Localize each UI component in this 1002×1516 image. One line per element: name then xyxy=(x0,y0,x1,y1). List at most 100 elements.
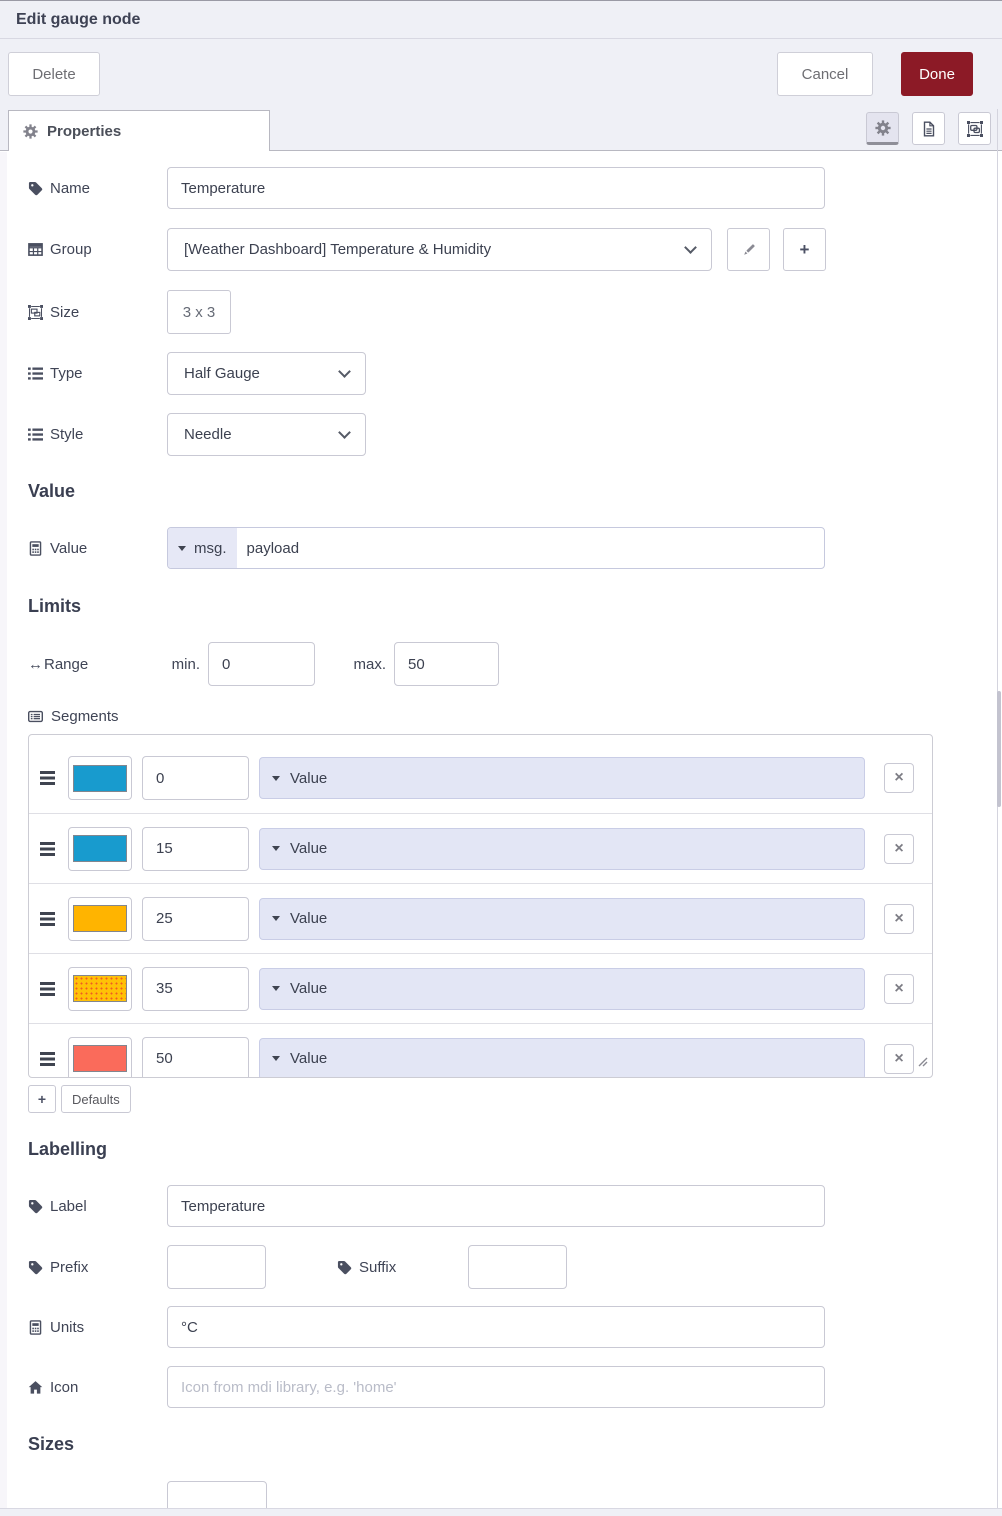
chevron-down-icon xyxy=(684,240,697,254)
typed-input-type-select[interactable]: msg. xyxy=(168,528,237,568)
segment-value-input[interactable] xyxy=(142,826,249,871)
drag-handle-icon[interactable] xyxy=(40,841,55,856)
segment-color-swatch xyxy=(73,975,127,1002)
type-select[interactable]: Half Gauge xyxy=(167,352,366,395)
prefix-label: Prefix xyxy=(28,1259,167,1276)
type-row: Type Half Gauge xyxy=(28,352,1002,395)
scrollbar-thumb[interactable] xyxy=(997,691,1001,807)
segment-color-button[interactable] xyxy=(68,826,132,871)
segment-type-select[interactable]: Value xyxy=(259,967,865,1010)
plus-icon: + xyxy=(37,1091,47,1107)
remove-segment-button[interactable]: × xyxy=(884,763,914,793)
caret-down-icon xyxy=(272,775,280,781)
segment-row: Value × xyxy=(29,813,932,883)
chevron-down-icon xyxy=(338,364,351,378)
description-tool-button[interactable] xyxy=(912,112,945,145)
segment-value-input[interactable] xyxy=(142,966,249,1011)
done-button[interactable]: Done xyxy=(901,52,973,96)
arrows-h-icon: ↔ xyxy=(28,655,43,673)
icon-label: Icon xyxy=(28,1379,167,1396)
cancel-button[interactable]: Cancel xyxy=(777,52,873,96)
segment-type-select[interactable]: Value xyxy=(259,1037,865,1077)
segment-type-label: Value xyxy=(290,980,328,997)
tray-left-edge xyxy=(0,152,7,1509)
suffix-label: Suffix xyxy=(337,1259,396,1276)
edit-group-button[interactable] xyxy=(727,228,770,271)
scrollbar-track xyxy=(997,109,998,1516)
add-group-button[interactable]: + xyxy=(783,228,826,271)
units-row: Units xyxy=(28,1306,1002,1348)
name-input[interactable] xyxy=(167,167,825,209)
size-button[interactable]: 3 x 3 xyxy=(167,290,231,334)
segment-type-select[interactable]: Value xyxy=(259,757,865,799)
close-icon: × xyxy=(894,909,904,927)
pencil-icon xyxy=(741,242,757,258)
close-icon: × xyxy=(894,839,904,857)
defaults-button[interactable]: Defaults xyxy=(61,1085,131,1113)
label-row: Label xyxy=(28,1185,1002,1227)
tray-bottom-edge xyxy=(0,1508,1002,1516)
segments-editor: Value × Value × xyxy=(28,734,933,1078)
appearance-tool-button[interactable] xyxy=(958,112,991,145)
remove-segment-button[interactable]: × xyxy=(884,833,914,864)
drag-handle-icon[interactable] xyxy=(40,771,55,785)
range-min-label: min. xyxy=(171,655,200,673)
properties-form: Name Group [Weather Dashboard] Temperatu… xyxy=(0,151,1002,1516)
close-icon: × xyxy=(894,979,904,997)
group-select-value: [Weather Dashboard] Temperature & Humidi… xyxy=(184,241,492,258)
style-select[interactable]: Needle xyxy=(167,413,366,456)
remove-segment-button[interactable]: × xyxy=(884,973,914,1004)
prefix-input[interactable] xyxy=(167,1245,266,1289)
properties-tool-button[interactable] xyxy=(866,112,899,145)
caret-down-icon xyxy=(272,846,280,851)
units-label: Units xyxy=(28,1319,167,1336)
caret-down-icon xyxy=(272,1056,280,1061)
style-label: Style xyxy=(28,426,167,443)
drag-handle-icon[interactable] xyxy=(40,981,55,996)
name-label: Name xyxy=(28,180,167,197)
list-alt-icon xyxy=(28,709,43,724)
group-select[interactable]: [Weather Dashboard] Temperature & Humidi… xyxy=(167,228,712,271)
delete-button[interactable]: Delete xyxy=(8,52,100,96)
range-max-input[interactable] xyxy=(394,642,499,686)
tab-properties[interactable]: Properties xyxy=(8,110,270,151)
document-icon xyxy=(921,121,937,137)
group-row: Group [Weather Dashboard] Temperature & … xyxy=(28,228,1002,271)
drag-handle-icon[interactable] xyxy=(40,1051,55,1066)
value-input-text[interactable]: payload xyxy=(237,528,824,568)
gear-icon xyxy=(23,124,38,139)
segment-value-input[interactable] xyxy=(142,756,249,800)
segment-color-button[interactable] xyxy=(68,1036,132,1077)
range-max-label: max. xyxy=(353,655,386,673)
typed-input-type-label: msg. xyxy=(194,539,227,557)
segment-type-label: Value xyxy=(290,910,328,927)
remove-segment-button[interactable]: × xyxy=(884,903,914,934)
segment-value-input[interactable] xyxy=(142,1036,249,1077)
plus-icon: + xyxy=(799,240,810,259)
tag-icon xyxy=(337,1260,352,1275)
segment-color-button[interactable] xyxy=(68,966,132,1011)
segment-color-button[interactable] xyxy=(68,756,132,800)
value-typed-input[interactable]: msg. payload xyxy=(167,527,825,569)
segment-type-select[interactable]: Value xyxy=(259,827,865,870)
table-icon xyxy=(28,242,43,257)
calculator-icon xyxy=(28,541,43,556)
sizes-section-heading: Sizes xyxy=(28,1434,75,1454)
suffix-input[interactable] xyxy=(468,1245,568,1289)
label-input[interactable] xyxy=(167,1185,825,1227)
segment-color-button[interactable] xyxy=(68,896,132,941)
prefix-suffix-row: Prefix Suffix xyxy=(28,1245,1002,1289)
icon-input[interactable] xyxy=(167,1366,825,1408)
tab-properties-label: Properties xyxy=(47,122,122,140)
remove-segment-button[interactable]: × xyxy=(884,1043,914,1074)
chevron-down-icon xyxy=(338,425,351,439)
add-segment-button[interactable]: + xyxy=(28,1085,56,1113)
resize-handle[interactable] xyxy=(914,1053,928,1072)
range-min-input[interactable] xyxy=(208,642,315,686)
tag-icon xyxy=(28,181,43,196)
segment-type-select[interactable]: Value xyxy=(259,897,865,940)
drag-handle-icon[interactable] xyxy=(40,911,55,926)
segment-value-input[interactable] xyxy=(142,896,249,941)
limits-section-heading: Limits xyxy=(28,596,82,616)
units-input[interactable] xyxy=(167,1306,825,1348)
